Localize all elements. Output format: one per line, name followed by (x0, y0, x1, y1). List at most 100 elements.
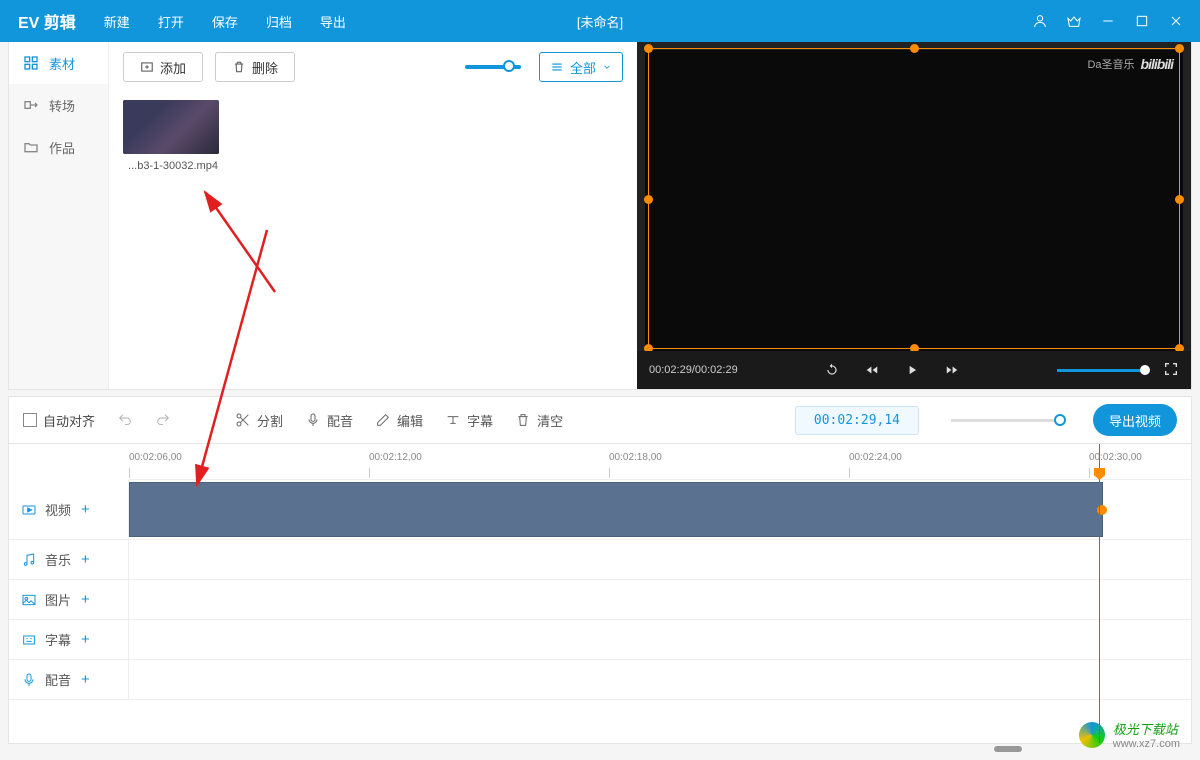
add-track-button[interactable]: + (81, 591, 90, 608)
track-body[interactable] (129, 620, 1191, 659)
horizontal-scrollbar[interactable] (8, 746, 1192, 752)
add-button-label: 添加 (160, 58, 186, 77)
filter-dropdown[interactable]: 全部 (539, 52, 623, 82)
sidebar-item-transition[interactable]: 转场 (9, 84, 108, 126)
track-label: 视频 (45, 500, 71, 519)
media-item[interactable]: ...b3-1-30032.mp4 (123, 100, 223, 172)
clear-button[interactable]: 清空 (515, 411, 563, 430)
brand-name: 极光下载站 (1113, 722, 1178, 737)
timeline: 00:02:06,00 00:02:12,00 00:02:18,00 00:0… (8, 444, 1192, 744)
maximize-button[interactable] (1132, 11, 1152, 31)
menu-new[interactable]: 新建 (104, 12, 130, 31)
track-head-subtitle: 字幕 + (9, 620, 129, 659)
track-body[interactable] (129, 540, 1191, 579)
resize-handle[interactable] (644, 195, 653, 204)
user-icon[interactable] (1030, 11, 1050, 31)
play-button[interactable] (902, 360, 922, 380)
add-button[interactable]: 添加 (123, 52, 203, 82)
zoom-slider[interactable] (951, 419, 1061, 422)
prev-button[interactable] (862, 360, 882, 380)
chevron-down-icon (602, 62, 612, 72)
sidebar-item-material[interactable]: 素材 (9, 42, 108, 84)
undo-button[interactable] (117, 412, 133, 428)
dub-button[interactable]: 配音 (305, 411, 353, 430)
window-controls (1030, 11, 1200, 31)
sidebar-label: 作品 (49, 138, 75, 157)
redo-button[interactable] (155, 412, 171, 428)
fullscreen-button[interactable] (1163, 361, 1179, 380)
resize-handle[interactable] (1175, 195, 1184, 204)
track-label: 字幕 (45, 630, 71, 649)
track-head-video: 视频 + (9, 480, 129, 539)
subtitle-button[interactable]: 字幕 (445, 411, 493, 430)
menu-archive[interactable]: 归档 (266, 12, 292, 31)
document-title: [未命名] (577, 12, 623, 31)
track-label: 配音 (45, 670, 71, 689)
media-toolbar: 添加 删除 全部 (123, 52, 623, 82)
track-label: 音乐 (45, 550, 71, 569)
sidebar-item-works[interactable]: 作品 (9, 126, 108, 168)
menu-save[interactable]: 保存 (212, 12, 238, 31)
track-head-music: 音乐 + (9, 540, 129, 579)
watermark: Da圣音乐 bilibili (1087, 56, 1173, 72)
sidebar-label: 转场 (49, 96, 75, 115)
resize-handle[interactable] (644, 44, 653, 53)
menu-export[interactable]: 导出 (320, 12, 346, 31)
sidebar-label: 素材 (49, 54, 75, 73)
thumbnail-size-slider[interactable] (465, 65, 521, 69)
loop-button[interactable] (822, 360, 842, 380)
ruler-tick: 00:02:24,00 (849, 452, 902, 463)
volume-slider[interactable] (1057, 369, 1145, 372)
ruler-tick: 00:02:12,00 (369, 452, 422, 463)
upper-panel: 素材 转场 作品 添加 删除 全部 (8, 42, 1192, 390)
edit-button[interactable]: 编辑 (375, 411, 423, 430)
delete-button[interactable]: 删除 (215, 52, 295, 82)
video-clip[interactable] (129, 482, 1103, 537)
ruler-tick: 00:02:18,00 (609, 452, 662, 463)
footer-brand: 极光下载站 www.xz7.com (1079, 719, 1180, 750)
track-body[interactable] (129, 660, 1191, 699)
menu-open[interactable]: 打开 (158, 12, 184, 31)
brand-url: www.xz7.com (1113, 738, 1180, 750)
timeline-ruler[interactable]: 00:02:06,00 00:02:12,00 00:02:18,00 00:0… (129, 444, 1191, 480)
watermark-text: Da圣音乐 (1087, 56, 1134, 72)
delete-button-label: 删除 (252, 58, 278, 77)
preview-time: 00:02:29/00:02:29 (649, 364, 738, 376)
track-label: 图片 (45, 590, 71, 609)
selection-frame[interactable] (648, 48, 1180, 349)
add-track-button[interactable]: + (81, 671, 90, 688)
tool-row: 自动对齐 分割 配音 编辑 字幕 清空 00:02:29,14 导出视频 (8, 396, 1192, 444)
vip-icon[interactable] (1064, 11, 1084, 31)
split-button[interactable]: 分割 (235, 411, 283, 430)
checkbox-icon (23, 413, 37, 427)
playhead[interactable] (1099, 444, 1100, 743)
brand-logo-icon (1079, 722, 1105, 748)
export-video-button[interactable]: 导出视频 (1093, 404, 1177, 436)
ruler-tick: 00:02:30,00 (1089, 452, 1142, 463)
filter-label: 全部 (570, 58, 596, 77)
app-title: EV 剪辑 (0, 9, 94, 33)
auto-align-checkbox[interactable]: 自动对齐 (23, 411, 95, 430)
track-body[interactable] (129, 580, 1191, 619)
auto-align-label: 自动对齐 (43, 411, 95, 430)
resize-handle[interactable] (910, 44, 919, 53)
track-head-dub: 配音 + (9, 660, 129, 699)
title-bar: EV 剪辑 新建 打开 保存 归档 导出 [未命名] (0, 0, 1200, 42)
next-button[interactable] (942, 360, 962, 380)
media-area: 添加 删除 全部 ...b3-1-30032.mp4 (109, 42, 637, 389)
track-video: 视频 + (9, 480, 1191, 540)
add-track-button[interactable]: + (81, 501, 90, 518)
close-button[interactable] (1166, 11, 1186, 31)
track-dub: 配音 + (9, 660, 1191, 700)
add-track-button[interactable]: + (81, 551, 90, 568)
media-filename: ...b3-1-30032.mp4 (123, 160, 223, 172)
track-image: 图片 + (9, 580, 1191, 620)
watermark-brand: bilibili (1141, 56, 1173, 72)
resize-handle[interactable] (1175, 44, 1184, 53)
add-track-button[interactable]: + (81, 631, 90, 648)
ruler-tick: 00:02:06,00 (129, 452, 182, 463)
minimize-button[interactable] (1098, 11, 1118, 31)
preview-controls: 00:02:29/00:02:29 (637, 351, 1191, 389)
sidebar: 素材 转场 作品 (9, 42, 109, 389)
track-body[interactable] (129, 480, 1191, 539)
